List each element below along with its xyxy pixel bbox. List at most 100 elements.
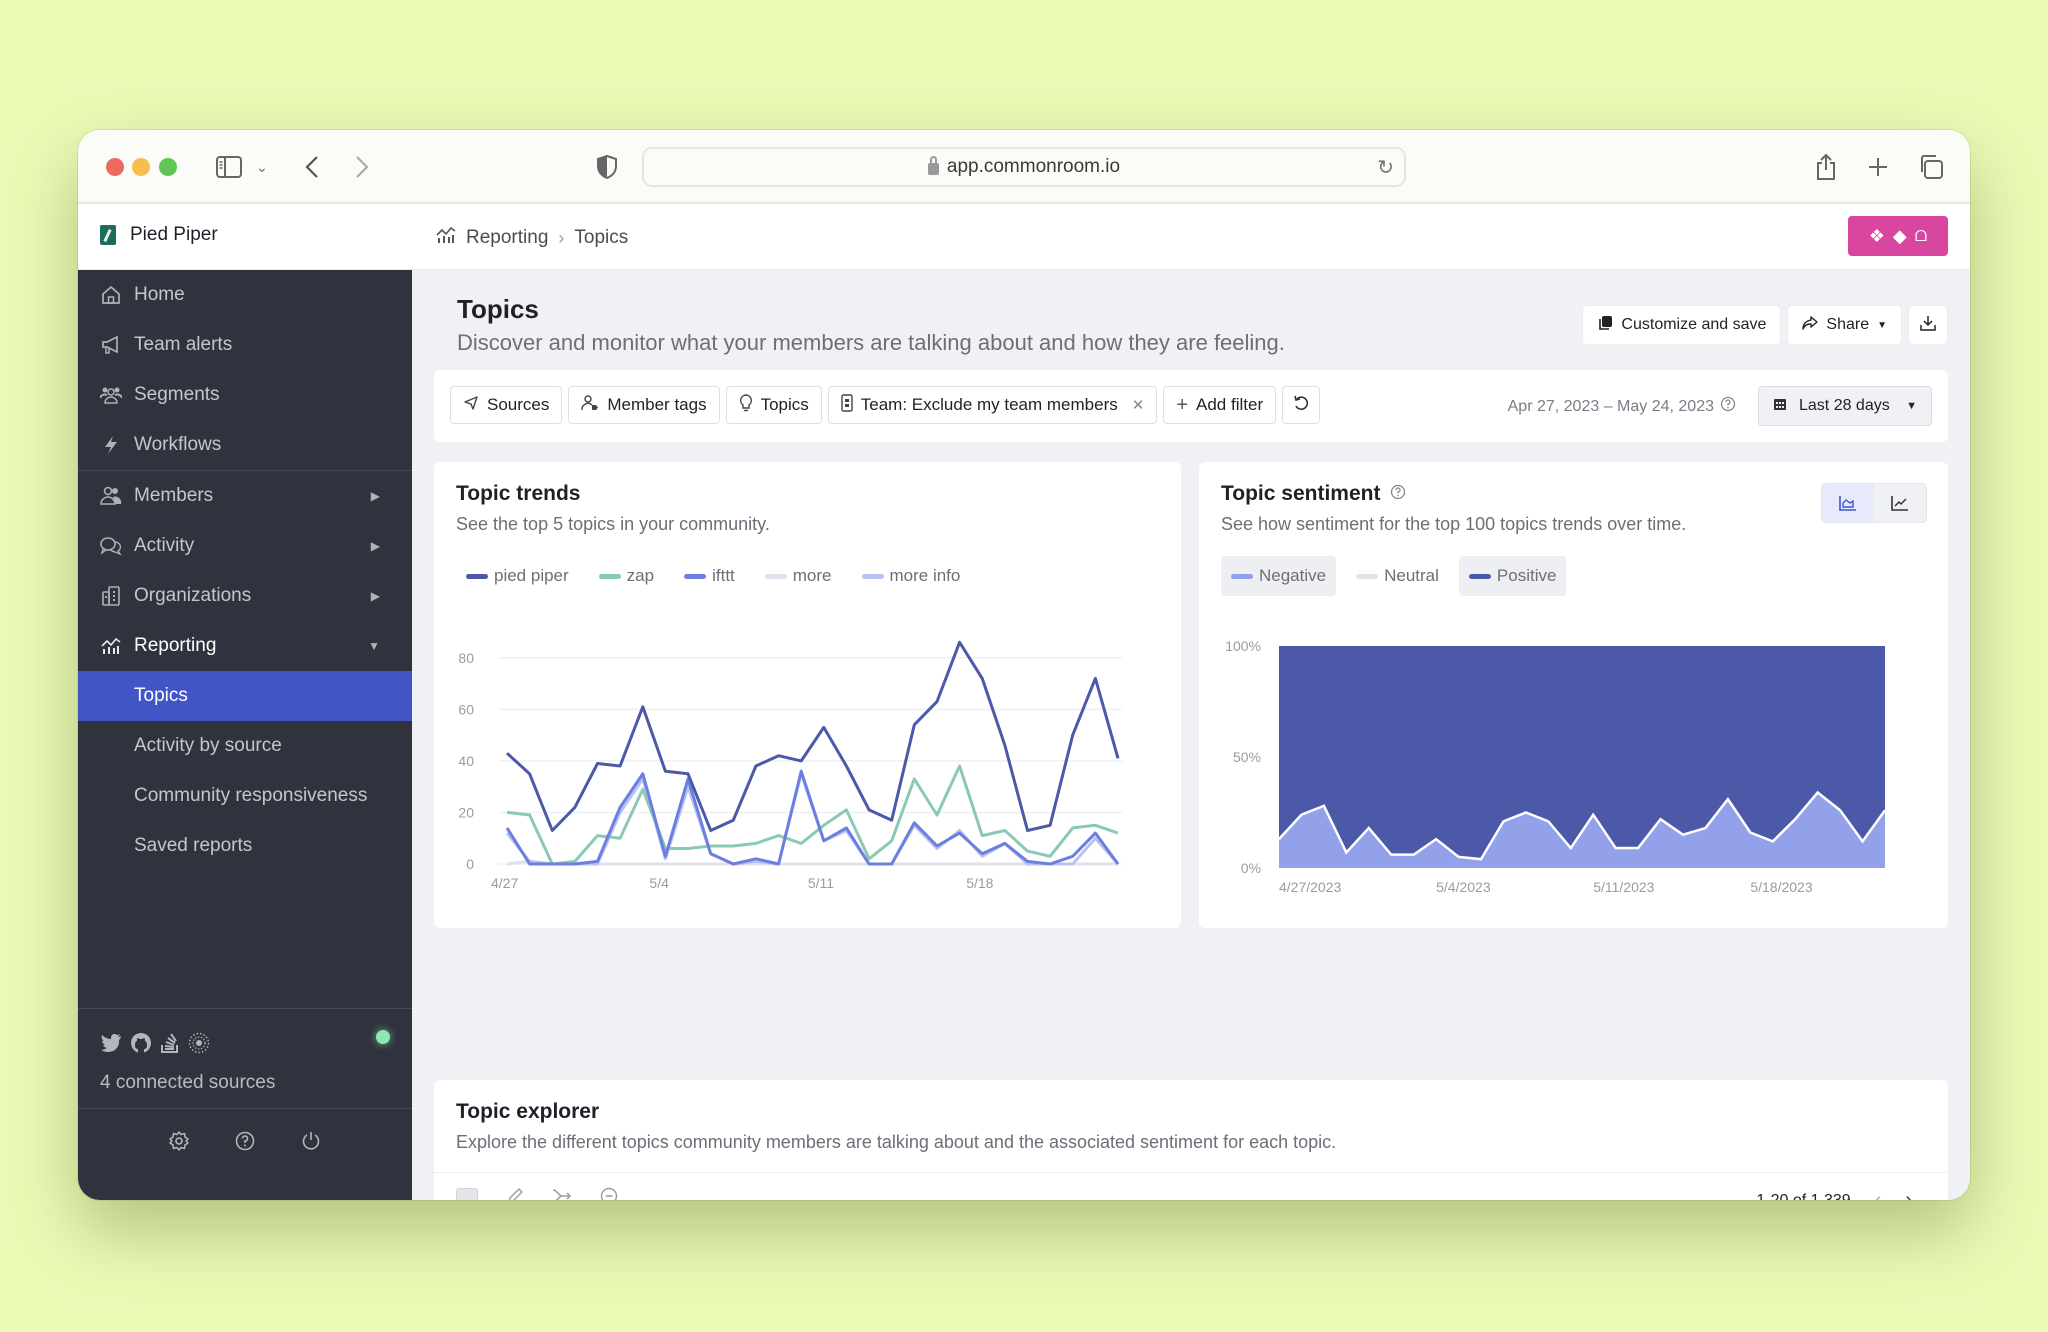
copy-icon [1597, 315, 1613, 336]
y-tick-label: 40 [458, 753, 474, 769]
prev-page-button[interactable]: ‹ [1875, 1189, 1882, 1200]
reporting-icon [436, 226, 456, 250]
new-tab-icon[interactable] [1866, 150, 1890, 184]
github-icon [130, 1032, 152, 1060]
pencil-icon[interactable] [506, 1187, 524, 1200]
remove-filter-icon[interactable]: ✕ [1132, 396, 1145, 414]
members-icon [100, 485, 122, 507]
sidebar-item-label: Team alerts [134, 334, 233, 355]
power-icon[interactable] [300, 1130, 322, 1152]
y-tick-label: 100% [1225, 638, 1261, 654]
chevron-down-icon[interactable]: ⌄ [254, 150, 270, 184]
x-tick-label: 5/4 [649, 875, 669, 891]
breadcrumb-topics: Topics [574, 227, 629, 248]
date-preset-select[interactable]: Last 28 days ▼ [1758, 386, 1932, 426]
caret-down-icon: ▼ [1906, 400, 1917, 412]
share-icon[interactable] [1814, 150, 1838, 184]
stackoverflow-icon [160, 1032, 180, 1060]
sidebar-toggle-icon[interactable] [214, 150, 244, 184]
minimize-window-button[interactable] [132, 158, 150, 176]
sidebar-item-workflows[interactable]: Workflows [78, 420, 412, 470]
help-icon[interactable] [234, 1130, 256, 1152]
sidebar-item-topics[interactable]: Topics [78, 671, 412, 721]
bolt-icon [100, 434, 122, 456]
sidebar-item-members[interactable]: Members ▶ [78, 471, 412, 521]
reset-filters-button[interactable] [1282, 386, 1321, 424]
filter-member-tags[interactable]: Member tags [568, 386, 720, 424]
undo-icon [1293, 395, 1309, 415]
select-all-checkbox[interactable] [456, 1188, 478, 1200]
twitter-icon [100, 1034, 122, 1058]
caret-right-icon: ▶ [370, 589, 380, 603]
diamond-icon: ◆ [1892, 225, 1907, 246]
merge-icon[interactable] [552, 1188, 572, 1200]
home-icon [100, 284, 122, 306]
exclude-icon[interactable] [600, 1187, 618, 1200]
filter-sources[interactable]: Sources [450, 386, 563, 424]
share-button[interactable]: Share ▼ [1788, 306, 1901, 344]
privacy-shield-icon[interactable] [596, 150, 618, 184]
date-range-display: Apr 27, 2023 – May 24, 2023 [1508, 396, 1736, 417]
filter-label: Topics [760, 395, 809, 414]
sidebar-item-activity-by-source[interactable]: Activity by source [78, 721, 412, 771]
integrations-button[interactable]: ❖ ◆ ᗝ [1848, 216, 1948, 256]
sidebar-item-label: Members [134, 485, 214, 506]
series-line-zap[interactable] [506, 764, 1119, 866]
sidebar-item-home[interactable]: Home [78, 270, 412, 320]
calendar-icon [1773, 397, 1787, 416]
add-filter-label: Add filter [1196, 395, 1264, 414]
sources-icon [463, 395, 479, 415]
sidebar-item-saved-reports[interactable]: Saved reports [78, 821, 412, 871]
filter-label: Exclude my team members [911, 395, 1118, 414]
customize-and-save-button[interactable]: Customize and save [1583, 306, 1781, 344]
sidebar-item-label: Activity by source [134, 735, 282, 756]
filter-topics[interactable]: Topics [725, 386, 822, 424]
back-icon[interactable] [300, 150, 324, 184]
topic-explorer-card: Topic explorer Explore the different top… [434, 1080, 1948, 1200]
filter-team[interactable]: Team: Exclude my team members ✕ [827, 386, 1158, 424]
sidebar-item-reporting[interactable]: Reporting ▼ [78, 621, 412, 671]
tab-overview-icon[interactable] [1918, 150, 1944, 184]
workspace-switcher[interactable]: Pied Piper [100, 224, 218, 246]
share-label: Share [1826, 316, 1870, 333]
topic-explorer-subtitle: Explore the different topics community m… [456, 1132, 1337, 1152]
x-tick-label: 5/11 [808, 875, 834, 891]
maximize-window-button[interactable] [159, 158, 177, 176]
lock-icon [927, 156, 939, 175]
help-icon[interactable] [1720, 396, 1736, 417]
sidebar-item-label: Community responsiveness [134, 785, 368, 806]
sidebar-item-team-alerts[interactable]: Team alerts [78, 320, 412, 370]
customize-label: Customize and save [1621, 316, 1767, 333]
gem-icon: ❖ [1868, 225, 1885, 246]
topic-sentiment-chart: 0% 50% 100% 4/27/2023 5/4/2023 5/11/2023 5/18/… [1225, 638, 1887, 895]
caret-right-icon: ▶ [370, 489, 380, 503]
filter-key: Team: [860, 395, 908, 414]
download-icon [1920, 315, 1936, 336]
connected-sources[interactable]: 4 connected sources [100, 1032, 400, 1094]
breadcrumb-reporting[interactable]: Reporting [466, 227, 548, 249]
sidebar-item-label: Activity [134, 535, 195, 556]
caret-right-icon: ▶ [370, 539, 380, 553]
sidebar-item-activity[interactable]: Activity ▶ [78, 521, 412, 571]
download-button[interactable] [1909, 306, 1947, 344]
add-filter-button[interactable]: + Add filter [1163, 386, 1277, 424]
pagination-text: 1-20 of 1,339 [1756, 1191, 1851, 1201]
table-toolbar [456, 1187, 618, 1200]
sidebar-item-organizations[interactable]: Organizations ▶ [78, 571, 412, 621]
sidebar-item-community-responsiveness[interactable]: Community responsiveness [78, 771, 412, 821]
forward-icon[interactable] [350, 150, 374, 184]
pied-piper-logo-icon [100, 225, 116, 245]
next-page-button[interactable]: › [1905, 1189, 1912, 1200]
badge-icon [841, 394, 853, 416]
sidebar-item-label: Workflows [134, 434, 222, 455]
status-indicator [376, 1030, 390, 1044]
close-window-button[interactable] [106, 158, 124, 176]
sidebar-item-label: Reporting [134, 635, 217, 656]
connected-sources-label: 4 connected sources [100, 1072, 276, 1093]
gear-icon[interactable] [168, 1130, 190, 1152]
reload-icon[interactable]: ↻ [1377, 155, 1394, 180]
address-bar[interactable]: app.commonroom.io ↻ [642, 147, 1406, 187]
app-header: Pied Piper Reporting › Topics ❖ ◆ ᗝ [78, 204, 1970, 270]
megaphone-icon [100, 334, 122, 356]
sidebar-item-segments[interactable]: Segments [78, 370, 412, 420]
